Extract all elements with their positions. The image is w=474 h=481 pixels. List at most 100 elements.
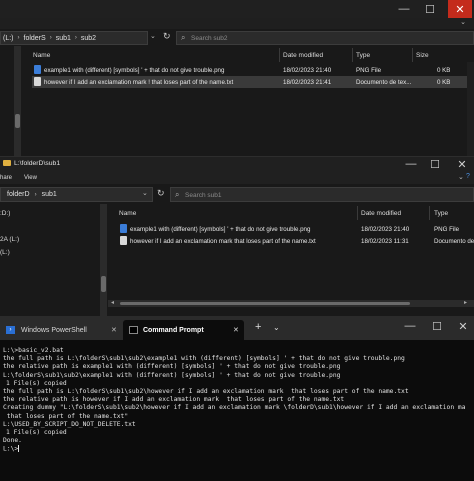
nav-item[interactable]: :D:) [0,210,10,217]
scroll-right-icon[interactable]: ▸ [464,299,467,306]
chevron-down-icon[interactable]: ⌄ [150,32,156,40]
search-placeholder: Search sub1 [185,192,222,199]
chevron-down-icon[interactable]: ⌄ [460,18,466,26]
minimize-button[interactable]: — [398,316,422,336]
address-bar[interactable]: folderD › sub1 [0,187,153,202]
folder-icon [3,160,11,166]
nav-scrollbar-thumb[interactable] [15,114,20,128]
tab-label: Command Prompt [143,326,204,334]
close-button[interactable]: ✕ [448,0,472,18]
search-icon: ⌕ [181,33,186,42]
refresh-icon[interactable]: ↻ [163,31,171,42]
file-date: 18/02/2023 21:40 [283,67,332,74]
maximize-button[interactable]: ☐ [425,316,449,336]
file-type: PNG File [356,67,382,74]
close-icon[interactable]: ✕ [111,326,117,334]
column-size-header[interactable]: Size [416,52,429,59]
refresh-icon[interactable]: ↻ [157,188,165,199]
column-header-row: Name Date modified Type Size [22,48,474,62]
file-name: however if I add an exclamation mark ! t… [44,79,234,86]
file-date: 18/02/2023 11:31 [361,238,409,245]
table-row[interactable]: example1 with (different) [symbols] ' + … [32,64,470,76]
column-type-header[interactable]: Type [356,52,370,59]
txt-file-icon [120,236,127,245]
search-box[interactable]: ⌕ Search sub2 [176,31,474,45]
explorer-window-1: — ☐ ✕ ⌄ (L:) › folderS › sub1 › sub2 ⌄ ↻… [0,0,474,156]
column-date-header[interactable]: Date modified [361,210,401,217]
close-button[interactable]: ✕ [450,157,474,171]
chevron-down-icon[interactable]: ⌄ [273,323,280,332]
console-line: L:\>basic_v2.bat [3,347,64,354]
breadcrumb-drive[interactable]: (L:) [3,35,14,42]
scroll-left-icon[interactable]: ◂ [111,299,114,306]
horizontal-scrollbar-thumb[interactable] [120,302,410,305]
column-header-row: Name Date modified Type [108,206,474,220]
new-tab-button[interactable]: + [255,321,261,333]
file-type: Documento de tex... [356,79,412,86]
breadcrumb-folder[interactable]: folderS [24,35,46,42]
tab-windows-powershell[interactable]: › Windows PowerShell ✕ [0,320,121,340]
console-line: the full path is L:\folderS\sub1\sub2\ho… [3,388,409,396]
console-line: 1 File(s) copied [6,379,67,387]
minimize-button[interactable]: — [392,0,416,18]
ribbon-share-tab[interactable]: hare [0,175,12,181]
console-line: 1 File(s) copied [6,429,67,437]
nav-scrollbar[interactable] [100,204,107,316]
nav-scrollbar-thumb[interactable] [101,276,106,292]
table-row[interactable]: example1 with (different) [symbols] ' + … [118,223,474,235]
explorer1-ribbon: ⌄ [0,18,474,29]
window-title: L:\folderD\sub1 [14,160,61,167]
file-date: 18/02/2023 21:41 [283,79,332,86]
file-name: example1 with (different) [symbols] ' + … [44,67,225,74]
nav-item[interactable]: 2A (L:) [0,236,19,243]
column-date-header[interactable]: Date modified [283,52,323,59]
close-button[interactable]: ✕ [451,316,474,336]
breadcrumb-folder[interactable]: sub1 [42,191,57,198]
close-icon[interactable]: ✕ [233,326,239,334]
chevron-down-icon[interactable]: ⌄ [142,189,148,197]
terminal-tab-bar: › Windows PowerShell ✕ Command Prompt ✕ … [0,316,474,340]
file-size: 0 KB [437,67,451,74]
file-date: 18/02/2023 21:40 [361,226,410,233]
console-line: L:\folderS\sub1\sub2\example1 with (diff… [3,371,341,379]
explorer1-nav-pane [0,46,22,156]
table-row-selected[interactable]: however if I add an exclamation mark ! t… [32,76,470,88]
minimize-button[interactable]: — [399,157,423,171]
nav-scrollbar[interactable] [14,46,21,156]
terminal-scrollbar[interactable] [467,340,474,481]
column-name-header[interactable]: Name [119,210,136,217]
ribbon-view-tab[interactable]: View [24,175,37,181]
tab-command-prompt[interactable]: Command Prompt ✕ [123,320,244,340]
breadcrumb-folder[interactable]: sub2 [81,35,96,42]
table-row[interactable]: however if I add an exclamation mark tha… [118,235,474,247]
column-name-header[interactable]: Name [33,52,50,59]
console-output[interactable]: L:\>basic_v2.bat the full path is L:\fol… [3,347,465,479]
maximize-button[interactable]: ☐ [423,157,447,171]
nav-item[interactable]: (L:) [0,249,10,256]
search-placeholder: Search sub2 [191,35,228,42]
chevron-down-icon[interactable]: ⌄ [458,173,464,181]
column-type-header[interactable]: Type [434,210,448,217]
console-prompt[interactable]: L:\> [3,445,465,454]
terminal-window: › Windows PowerShell ✕ Command Prompt ✕ … [0,316,474,481]
help-icon[interactable]: ? [466,173,470,180]
cmd-icon [129,326,138,334]
console-line: that loses part of the name.txt" [3,412,129,420]
horizontal-scrollbar[interactable]: ◂ ▸ [108,300,474,307]
console-line: the full path is L:\folderS\sub1\sub2\ex… [3,355,405,363]
png-file-icon [120,224,127,233]
explorer2-title-bar: L:\folderD\sub1 — ☐ ✕ [0,157,474,171]
address-bar[interactable]: (L:) › folderS › sub1 › sub2 [0,31,148,45]
console-line: L:\USED_BY_SCRIPT_DO_NOT_DELETE.txt [3,420,136,428]
file-name: however if I add an exclamation mark tha… [130,238,316,245]
txt-file-icon [34,77,41,86]
console-line: Creating dummy "L:\folderS\sub1\sub2\how… [3,404,465,412]
search-box[interactable]: ⌕ Search sub1 [170,187,474,202]
png-file-icon [34,65,41,74]
maximize-button[interactable]: ☐ [418,0,442,18]
breadcrumb-folder[interactable]: sub1 [56,35,71,42]
breadcrumb-folder[interactable]: folderD [7,191,30,198]
content-scrollbar[interactable] [467,62,474,156]
explorer2-address-row: folderD › sub1 ⌄ ↻ ⌕ Search sub1 [0,185,474,204]
prompt-text: L:\> [3,445,19,453]
